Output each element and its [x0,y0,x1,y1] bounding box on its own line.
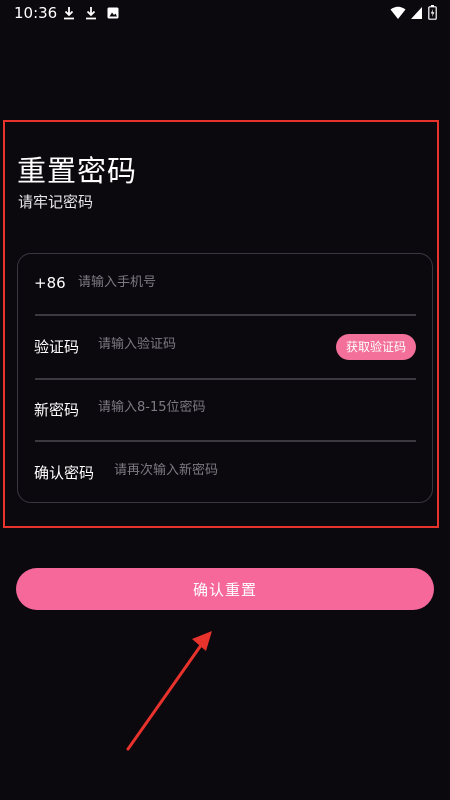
reset-password-screen: 10:36 重置密码 请牢记密码 +86 请输入手机号 验证码 请输入验证码 获… [0,0,450,800]
phone-row: +86 [34,254,416,316]
page-subtitle: 请牢记密码 [18,193,94,211]
phone-prefix-label: +86 [34,274,66,292]
confirm-password-input[interactable] [114,463,334,478]
confirm-password-row: 确认密码 [34,442,416,504]
new-password-row: 新密码 [34,379,416,441]
image-icon [107,7,119,19]
signal-icon [411,7,422,19]
annotation-arrow-icon [126,631,212,751]
confirm-password-label: 确认密码 [34,464,95,482]
get-code-button[interactable]: 获取验证码 [335,334,416,360]
status-bar: 10:36 [0,0,450,28]
battery-icon [428,5,437,20]
download-icon [86,7,96,20]
page-title: 重置密码 [17,154,138,188]
phone-input[interactable] [78,275,298,290]
code-input[interactable] [98,337,298,352]
reset-form-card: +86 验证码 获取验证码 新密码 确认密码 [17,253,433,503]
code-label: 验证码 [34,338,80,356]
new-password-label: 新密码 [34,401,80,419]
wifi-icon [390,6,406,19]
confirm-reset-button[interactable]: 确认重置 [16,568,434,610]
new-password-input[interactable] [98,400,318,415]
code-row: 验证码 获取验证码 [34,316,416,378]
status-time: 10:36 [14,4,58,22]
download-icon [64,7,74,20]
